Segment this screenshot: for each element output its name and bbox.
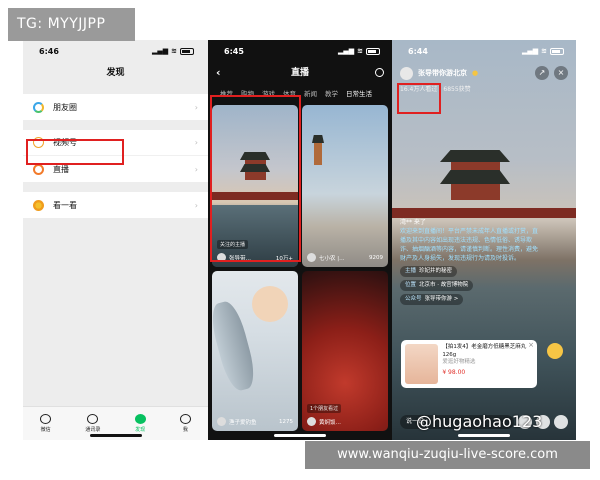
chevron-right-icon: › xyxy=(194,102,198,112)
page-title: 直播 xyxy=(290,68,309,78)
tab-contacts[interactable]: 通讯录 xyxy=(85,414,100,433)
person-icon xyxy=(179,414,191,424)
chip-account[interactable]: 公众号 张导带你游 > xyxy=(400,294,464,305)
avatar xyxy=(307,253,316,262)
status-bar: 6:46 ▂▄▆ ≋ xyxy=(23,40,208,62)
avatar[interactable] xyxy=(400,66,413,80)
viewer-count: 1275 xyxy=(279,418,293,425)
status-icons: ▂▄▆ ≋ xyxy=(338,47,380,55)
tab-news[interactable]: 新闻 xyxy=(304,88,317,98)
product-card[interactable]: 【拍1发4】老金磨方低糖黑芝麻丸126g 爱逛好物精选 ¥ 98.00 × xyxy=(401,340,537,388)
watermark-tag: TG: MYYJJPP xyxy=(8,8,135,41)
card-meta: 渔子爱钓鱼 1275 xyxy=(217,417,293,426)
live-card[interactable]: 1个朋友看过 黄焖饭… xyxy=(302,271,388,431)
status-icons: ▂▄▆ ≋ xyxy=(152,47,194,55)
chevron-right-icon: › xyxy=(194,164,198,174)
product-title: 【拍1发4】老金磨方低糖黑芝麻丸126g xyxy=(442,344,527,358)
live-card[interactable]: 渔子爱钓鱼 1275 xyxy=(212,271,298,431)
status-time: 6:46 xyxy=(39,46,59,56)
close-icon[interactable]: × xyxy=(528,341,534,349)
like-icon[interactable] xyxy=(554,415,568,429)
discover-item-look[interactable]: 看一看 › xyxy=(23,192,208,218)
avatar xyxy=(217,417,226,426)
moments-icon xyxy=(33,101,44,113)
tab-daily-life[interactable]: 日常生活 xyxy=(346,88,372,98)
home-indicator xyxy=(458,434,510,437)
page-title: 发现 xyxy=(106,68,125,78)
avatar xyxy=(307,417,316,426)
look-icon xyxy=(33,199,44,211)
share-icon[interactable]: ↗ xyxy=(535,66,549,80)
highlight-box-viewers xyxy=(397,83,441,114)
viewer-count: 9209 xyxy=(369,254,383,261)
close-icon[interactable]: × xyxy=(554,66,568,80)
product-image xyxy=(405,344,439,384)
item-label: 朋友圈 xyxy=(53,102,77,112)
fish-image xyxy=(212,298,260,394)
phone-discover: 6:46 ▂▄▆ ≋ 发现 朋友圈 › 视频号 › 直播 › 看一看 › 微信 … xyxy=(23,40,208,440)
home-indicator xyxy=(89,434,142,437)
highlight-box-card xyxy=(210,95,301,262)
chip-location[interactable]: 位置 北京市 · 故宫博物院 xyxy=(400,280,474,291)
tab-me[interactable]: 我 xyxy=(179,414,191,433)
host-name: 张导带你游北京 xyxy=(418,69,467,77)
tower-image xyxy=(440,150,510,210)
face-image xyxy=(252,286,288,322)
contacts-icon xyxy=(87,414,99,424)
product-shop: 爱逛好物精选 xyxy=(442,359,476,365)
product-price: ¥ 98.00 xyxy=(442,368,466,376)
host-name: 渔子爱钓鱼 xyxy=(229,419,257,426)
back-icon[interactable]: ‹ xyxy=(216,62,221,84)
compass-icon xyxy=(134,414,146,424)
chat-icon xyxy=(40,414,52,424)
discover-item-moments[interactable]: 朋友圈 › xyxy=(23,94,208,120)
home-indicator xyxy=(274,434,326,437)
card-meta: 七小农 |… 9209 xyxy=(307,253,383,262)
tab-teaching[interactable]: 教学 xyxy=(325,88,338,98)
watermark-site: www.wanqiu-zuqiu-live-score.com xyxy=(305,441,590,469)
item-label: 直播 xyxy=(53,164,69,174)
like-count: 6855获赞 xyxy=(443,86,471,93)
status-bar: 6:45 ▂▄▆ ≋ xyxy=(208,40,392,62)
status-bar: 6:44 ▂▄▆ ≋ xyxy=(392,40,576,62)
discover-group-3: 看一看 › xyxy=(23,192,208,218)
watermark-handle: @hugaohao123 xyxy=(416,412,543,431)
highlight-box-live xyxy=(26,139,124,165)
search-icon[interactable] xyxy=(375,68,384,77)
tab-discover[interactable]: 发现 xyxy=(134,414,146,433)
friend-badge: 1个朋友看过 xyxy=(307,404,342,413)
system-notice: 欢迎来到直播间！平台严禁未成年人直播或打赏，直播及其中内容如出现违法违规、色情低… xyxy=(400,228,539,262)
live-icon xyxy=(33,163,44,175)
item-label: 看一看 xyxy=(53,200,77,210)
host-bar: 张导带你游北京 ● ↗ × xyxy=(392,62,576,84)
chevron-right-icon: › xyxy=(194,138,198,147)
status-time: 6:45 xyxy=(224,46,244,56)
host-name: 黄焖饭… xyxy=(319,419,342,426)
card-meta: 黄焖饭… xyxy=(307,417,383,426)
host-name: 七小农 |… xyxy=(319,255,345,262)
status-time: 6:44 xyxy=(408,46,428,56)
badge-icon: ● xyxy=(472,69,479,77)
chevron-right-icon: › xyxy=(194,200,198,210)
gate-image xyxy=(312,135,324,165)
join-message: 湾** 来了 xyxy=(400,219,426,226)
emoji-icon[interactable] xyxy=(547,343,563,359)
chip-host[interactable]: 主播 珍妃井的秘密 xyxy=(400,266,458,277)
discover-group-1: 朋友圈 › xyxy=(23,94,208,120)
live-card[interactable]: 七小农 |… 9209 xyxy=(302,105,388,267)
tab-chats[interactable]: 微信 xyxy=(40,414,52,433)
status-icons: ▂▄▆ ≋ xyxy=(522,47,564,55)
live-header: ‹ 直播 xyxy=(208,62,392,84)
chat-messages: 湾** 来了 欢迎来到直播间！平台严禁未成年人直播或打赏，直播及其中内容如出现违… xyxy=(400,218,540,305)
